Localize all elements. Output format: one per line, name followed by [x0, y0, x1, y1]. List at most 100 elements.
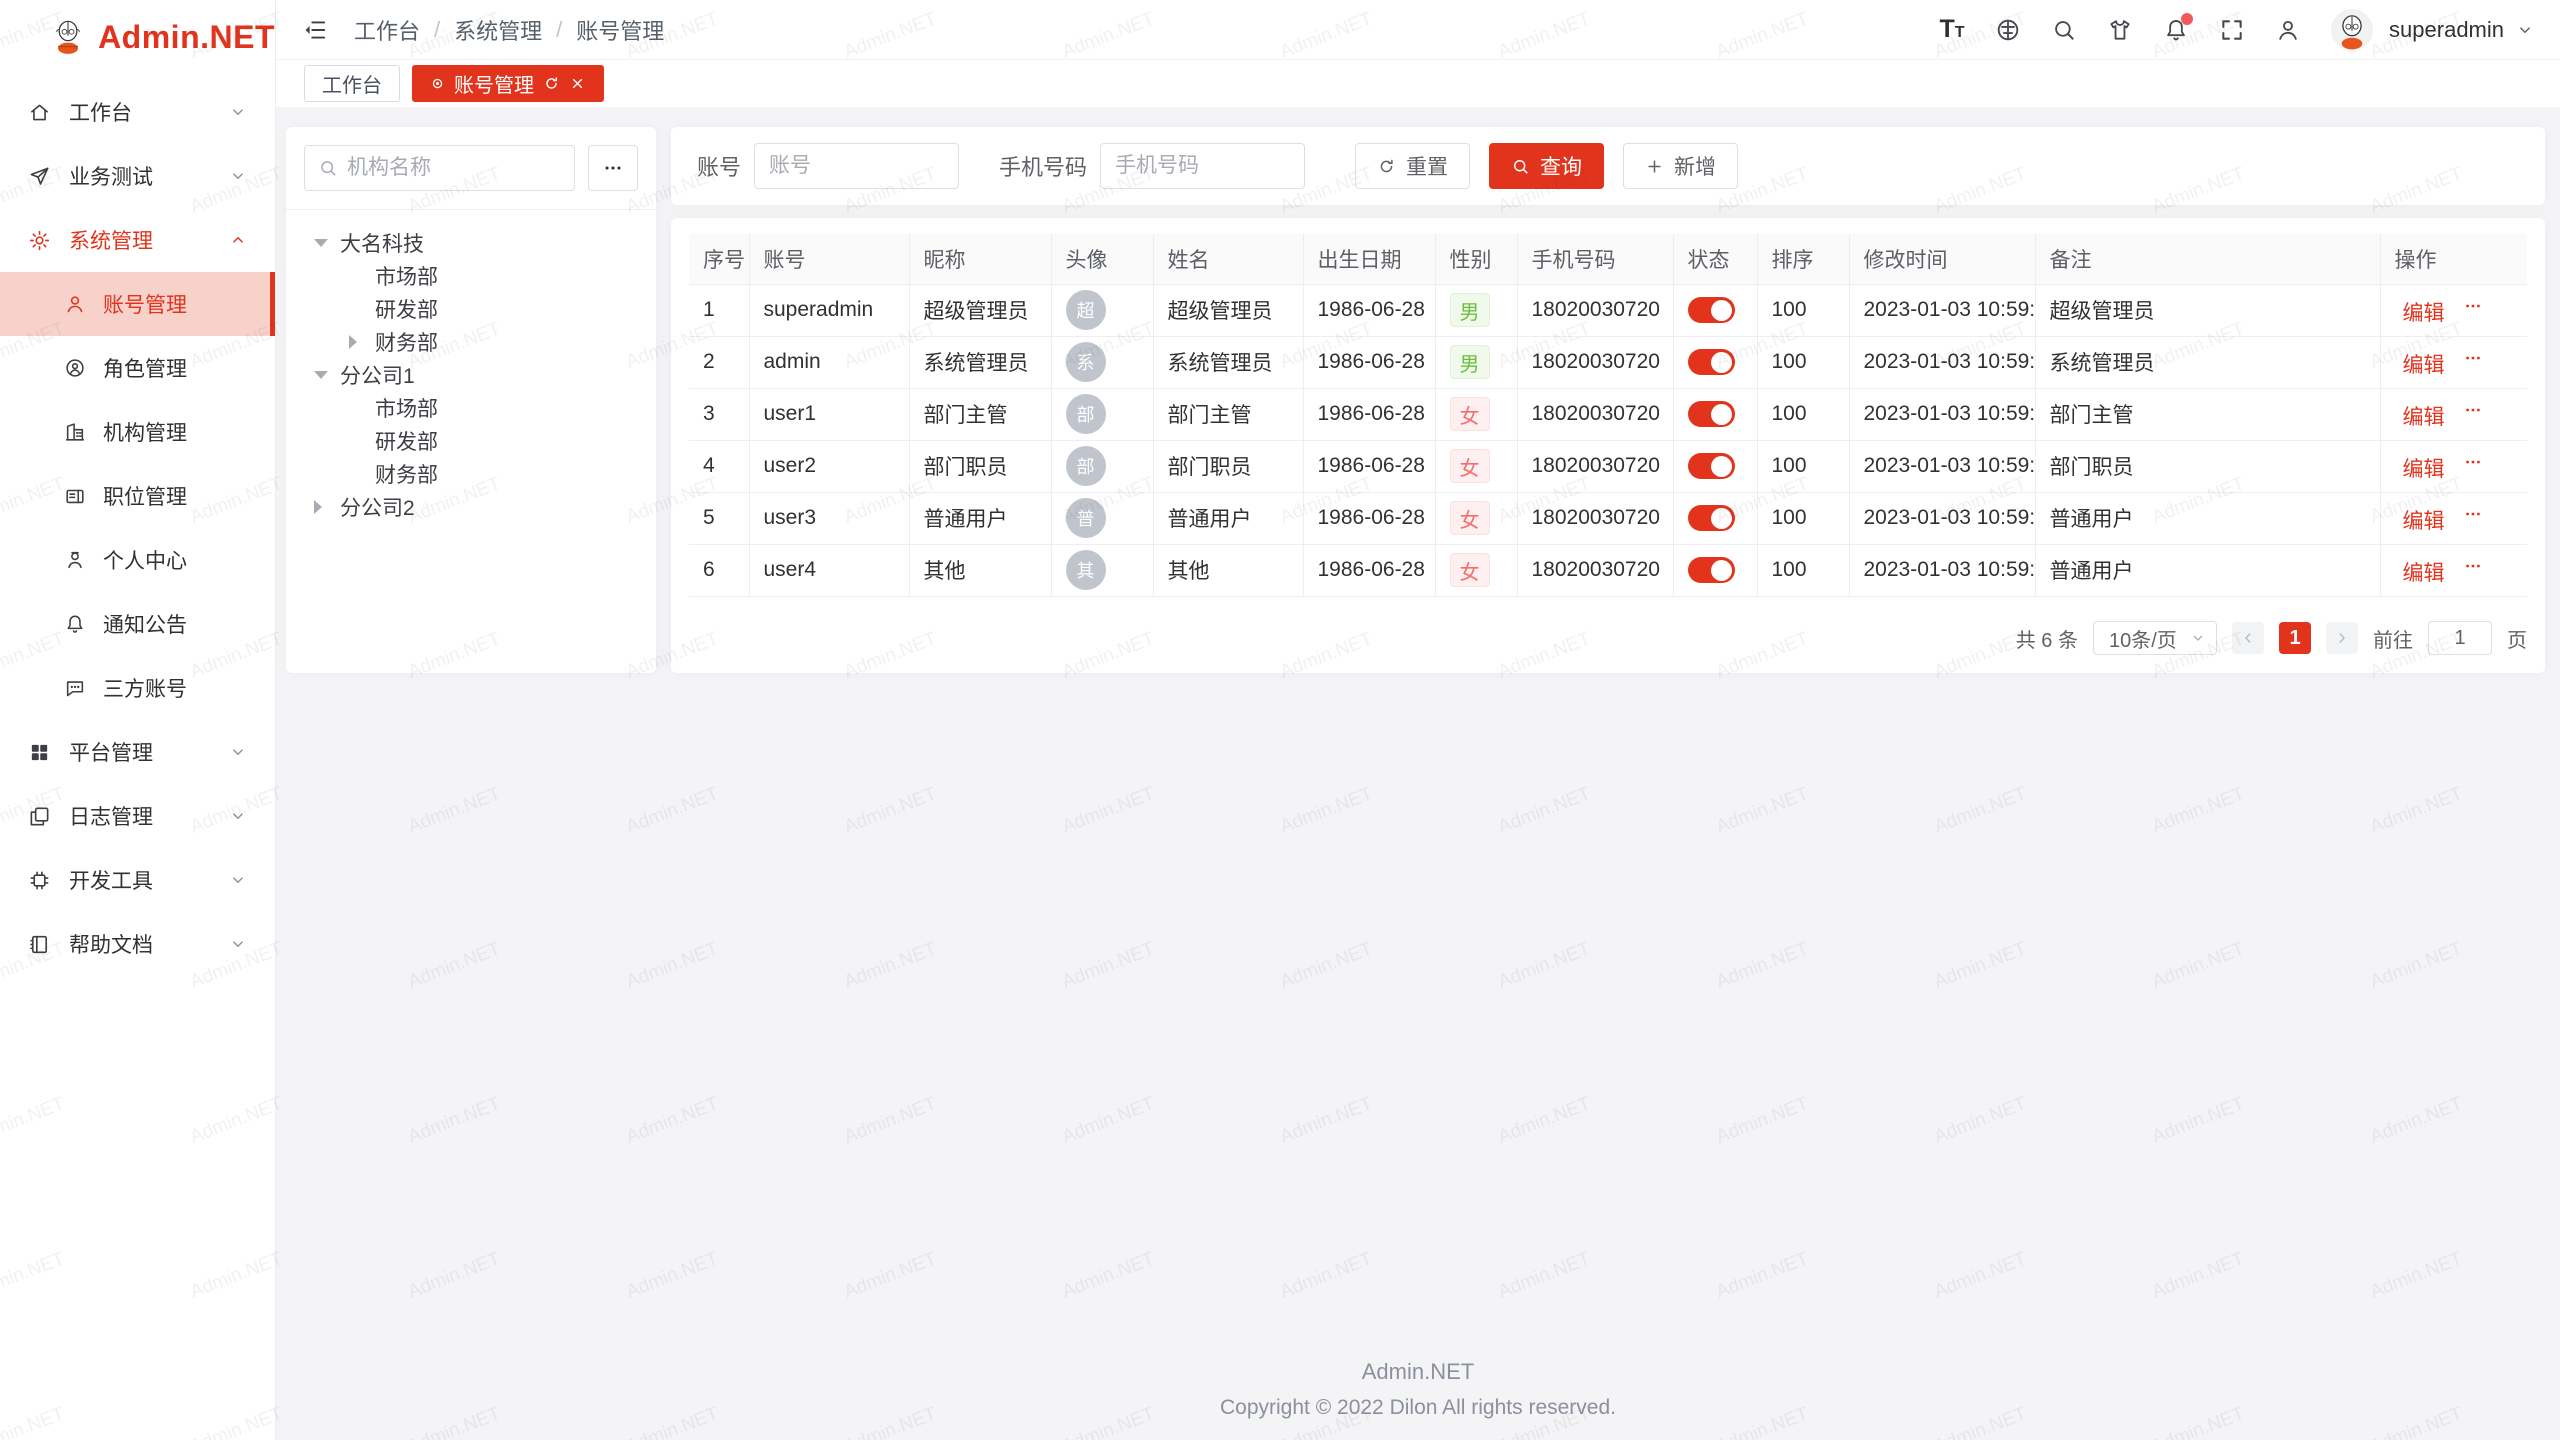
edit-button[interactable]: 编辑 — [2395, 557, 2445, 587]
status-toggle[interactable] — [1688, 557, 1735, 583]
caret-placeholder — [349, 433, 375, 449]
caret-down-icon — [314, 235, 340, 251]
font-size-icon[interactable]: TT — [1939, 17, 1965, 43]
next-page-button[interactable] — [2326, 622, 2358, 654]
sidebar-item-3[interactable]: 平台管理 — [0, 720, 275, 784]
org-tree-panel: 大名科技市场部研发部财务部分公司1市场部研发部财务部分公司2 — [286, 127, 656, 673]
edit-button[interactable]: 编辑 — [2395, 297, 2445, 327]
row-more-button[interactable] — [2463, 452, 2487, 472]
chevron-down-icon — [229, 743, 247, 761]
breadcrumb-item-workbench[interactable]: 工作台 — [354, 14, 420, 46]
app-root: Admin.NET 工作台业务测试系统管理账号管理角色管理机构管理职位管理个人中… — [0, 0, 2560, 1440]
gender-tag: 女 — [1450, 501, 1490, 535]
tree-node-财务部[interactable]: 财务部 — [294, 325, 648, 358]
edit-button[interactable]: 编辑 — [2395, 453, 2445, 483]
sidebar-subitem-角色管理[interactable]: 角色管理 — [0, 336, 275, 400]
tree-node-财务部[interactable]: 财务部 — [294, 457, 648, 490]
goto-page-input[interactable] — [2428, 621, 2492, 655]
page-size-select[interactable]: 10条/页 — [2093, 621, 2217, 655]
sidebar-item-5[interactable]: 开发工具 — [0, 848, 275, 912]
profile-icon — [64, 549, 86, 571]
tree-node-研发部[interactable]: 研发部 — [294, 424, 648, 457]
theme-icon[interactable] — [2107, 17, 2133, 43]
cell-account: user2 — [749, 440, 909, 492]
status-toggle[interactable] — [1688, 401, 1735, 427]
phone-input[interactable] — [1100, 143, 1305, 189]
tree-more-button[interactable] — [588, 145, 638, 191]
add-button[interactable]: 新增 — [1623, 143, 1738, 189]
tree-node-研发部[interactable]: 研发部 — [294, 292, 648, 325]
cell-account: user3 — [749, 492, 909, 544]
goto-label: 前往 — [2373, 624, 2413, 653]
table-row: 4user2部门职员部部门职员1986-06-28女18020030720100… — [689, 440, 2527, 492]
sidebar-item-2[interactable]: 系统管理 — [0, 208, 275, 272]
edit-button[interactable]: 编辑 — [2395, 505, 2445, 535]
accounts-table-panel: 序号账号昵称头像姓名出生日期性别手机号码状态排序修改时间备注操作 1supera… — [671, 218, 2545, 673]
caret-down-icon — [314, 367, 340, 383]
status-toggle[interactable] — [1688, 297, 1735, 323]
chevron-down-icon — [229, 167, 247, 185]
gender-tag: 女 — [1450, 553, 1490, 587]
tab-close-icon[interactable] — [569, 75, 586, 92]
tab-account-management[interactable]: 账号管理 — [412, 65, 604, 102]
breadcrumb-item-system[interactable]: 系统管理 — [454, 14, 542, 46]
app-logo[interactable]: Admin.NET — [0, 0, 275, 74]
tab-refresh-icon[interactable] — [543, 75, 560, 92]
sidebar-item-6[interactable]: 帮助文档 — [0, 912, 275, 976]
send-icon — [28, 165, 51, 188]
tree-node-市场部[interactable]: 市场部 — [294, 259, 648, 292]
row-more-button[interactable] — [2463, 504, 2487, 524]
menu-fold-icon[interactable] — [302, 17, 328, 43]
row-more-button[interactable] — [2463, 296, 2487, 316]
tab-workbench[interactable]: 工作台 — [304, 65, 400, 102]
tree-node-市场部[interactable]: 市场部 — [294, 391, 648, 424]
edit-button[interactable]: 编辑 — [2395, 401, 2445, 431]
user-avatar[interactable] — [2331, 9, 2373, 51]
fullscreen-icon[interactable] — [2219, 17, 2245, 43]
column-header-1: 账号 — [749, 234, 909, 284]
row-more-button[interactable] — [2463, 348, 2487, 368]
org-search-input[interactable] — [347, 156, 561, 180]
bell-icon — [64, 613, 86, 635]
row-more-button[interactable] — [2463, 400, 2487, 420]
role-icon — [64, 357, 86, 379]
caret-placeholder — [349, 301, 375, 317]
reset-button[interactable]: 重置 — [1355, 143, 1470, 189]
sidebar-subitem-职位管理[interactable]: 职位管理 — [0, 464, 275, 528]
sidebar-subitem-机构管理[interactable]: 机构管理 — [0, 400, 275, 464]
status-toggle[interactable] — [1688, 505, 1735, 531]
edit-button[interactable]: 编辑 — [2395, 349, 2445, 379]
sidebar-item-4[interactable]: 日志管理 — [0, 784, 275, 848]
sidebar-subitem-账号管理[interactable]: 账号管理 — [0, 272, 275, 336]
search-icon — [1511, 157, 1530, 176]
prev-page-button[interactable] — [2232, 622, 2264, 654]
username-label[interactable]: superadmin — [2389, 17, 2504, 43]
tree-node-大名科技[interactable]: 大名科技 — [294, 226, 648, 259]
sidebar-subitem-三方账号[interactable]: 三方账号 — [0, 656, 275, 720]
sidebar-item-1[interactable]: 业务测试 — [0, 144, 275, 208]
caret-placeholder — [349, 466, 375, 482]
book-icon — [28, 933, 51, 956]
tree-node-分公司2[interactable]: 分公司2 — [294, 490, 648, 523]
search-icon[interactable] — [2051, 17, 2077, 43]
cell-account: superadmin — [749, 284, 909, 336]
status-toggle[interactable] — [1688, 349, 1735, 375]
row-more-button[interactable] — [2463, 556, 2487, 576]
status-toggle[interactable] — [1688, 453, 1735, 479]
gender-tag: 男 — [1450, 345, 1490, 379]
table-row: 2admin系统管理员系系统管理员1986-06-28男180200307201… — [689, 336, 2527, 388]
tree-node-分公司1[interactable]: 分公司1 — [294, 358, 648, 391]
sidebar-subitem-通知公告[interactable]: 通知公告 — [0, 592, 275, 656]
language-icon[interactable] — [1995, 17, 2021, 43]
home-icon — [28, 101, 51, 124]
page-number-1[interactable]: 1 — [2279, 622, 2311, 654]
chevron-down-icon — [2190, 630, 2206, 646]
refresh-icon — [1377, 157, 1396, 176]
sidebar-subitem-个人中心[interactable]: 个人中心 — [0, 528, 275, 592]
sidebar-item-0[interactable]: 工作台 — [0, 80, 275, 144]
chevron-down-icon[interactable] — [2516, 21, 2534, 39]
account-input[interactable] — [754, 143, 959, 189]
notification-bell-icon[interactable] — [2163, 17, 2189, 43]
user-icon[interactable] — [2275, 17, 2301, 43]
search-button[interactable]: 查询 — [1489, 143, 1604, 189]
